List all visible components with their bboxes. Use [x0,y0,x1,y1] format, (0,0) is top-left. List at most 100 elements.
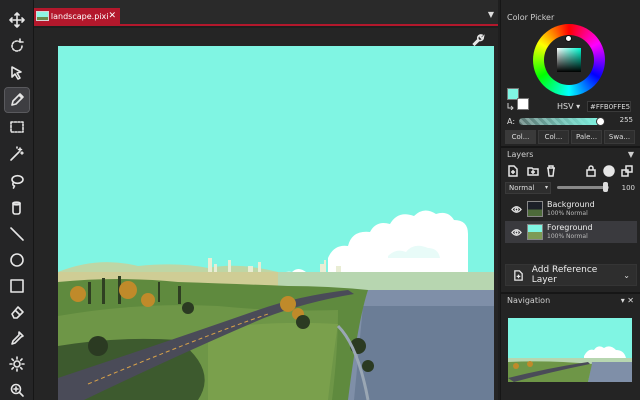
select-tool[interactable] [5,61,29,85]
blend-mode-label: Normal [509,184,535,192]
chevron-down-icon: ▾ [544,184,548,191]
square-icon [10,279,24,293]
alpha-label: A: [507,117,516,126]
tab-palettes[interactable]: Pale... [571,130,602,144]
add-reference-label: Add Reference Layer [531,265,598,285]
line-tool[interactable] [5,222,29,246]
hex-input[interactable]: #FFB0FFE5 [587,101,631,112]
rect-select-tool[interactable] [5,115,29,139]
tab-color-sliders[interactable]: Col... [538,130,569,144]
visibility-toggle[interactable] [509,225,523,239]
wand-icon [10,146,24,161]
eye-icon [510,228,522,236]
document-tab[interactable]: landscape.pixi ✕ [34,8,120,24]
sun-icon [9,356,25,372]
saturation-value-square[interactable] [557,48,581,72]
delete-layer-button[interactable] [543,163,559,179]
layer-details: 100% Normal [547,210,588,217]
navigation-preview[interactable] [508,318,632,382]
opacity-value[interactable]: 100 [611,182,635,194]
color-mode-select[interactable]: HSV ▾ [557,102,580,111]
merge-layer-button[interactable] [619,163,635,179]
fill-tool[interactable] [5,196,29,220]
blend-mode-select[interactable]: Normal ▾ [505,182,551,194]
rectangle-tool[interactable] [5,274,29,298]
tab-color-picker[interactable]: Col... [505,130,536,144]
new-folder-button[interactable] [525,163,541,179]
zoom-tool[interactable] [5,378,29,400]
color-picker-tabs: Col... Col... Pale... Swa... [505,130,635,144]
alpha-slider[interactable] [519,118,601,125]
panel-divider [501,292,640,294]
ellipse-tool[interactable] [5,248,29,272]
new-file-icon [508,165,518,177]
mask-icon [603,165,615,177]
alpha-slider-handle[interactable] [596,117,605,126]
secondary-color-swatch[interactable] [517,98,529,110]
visibility-toggle[interactable] [509,202,523,216]
lasso-tool[interactable] [5,169,29,193]
close-icon[interactable]: ✕ [627,296,634,305]
layer-details: 100% Normal [547,233,588,240]
alpha-value[interactable]: 255 [607,116,633,127]
document-thumbnail [36,11,49,21]
rotate-icon [11,38,24,52]
bucket-icon [12,201,21,215]
layer-row-foreground[interactable]: Foreground 100% Normal [505,221,637,243]
document-filename: landscape.pixi [50,11,109,21]
layer-meta: Foreground 100% Normal [547,223,593,241]
panel-divider [501,146,640,148]
zoom-icon [10,383,24,397]
layer-list: Background 100% Normal Foreground 100% N… [505,198,637,248]
swap-colors-icon[interactable] [507,102,515,110]
layers-collapse-icon[interactable]: ▼ [628,150,634,159]
brightness-tool[interactable] [5,352,29,376]
drawing-canvas[interactable] [58,46,494,400]
hue-wheel[interactable] [533,24,605,96]
trash-icon [547,165,555,177]
pixel-editor-window: landscape.pixi ✕ ▼ Color Picker HSV ▾ #F… [0,0,640,400]
layer-meta: Background 100% Normal [547,200,595,218]
chevron-down-icon[interactable]: ⌄ [623,271,630,280]
navigation-controls: ▾ ✕ [621,296,634,305]
lasso-icon [11,174,24,189]
tool-bar [0,0,34,400]
layer-row-background[interactable]: Background 100% Normal [505,198,637,220]
layer-thumbnail [527,201,543,217]
add-file-icon [512,268,526,282]
layer-thumbnail [527,224,543,240]
navigation-thumbnail [508,318,632,382]
circle-icon [10,253,24,267]
eraser-icon [11,306,24,319]
landscape-artwork [58,46,494,400]
opacity-slider[interactable] [557,186,609,189]
pencil-icon [11,93,24,106]
magic-wand-tool[interactable] [5,142,29,166]
document-tab-bar: landscape.pixi ✕ ▼ [34,0,498,26]
color-mode-label: HSV [557,102,574,111]
collapse-icon[interactable]: ▾ [621,296,625,305]
opacity-slider-handle[interactable] [603,182,608,192]
add-reference-layer-button[interactable]: Add Reference Layer ⌄ [505,264,637,286]
eye-icon [510,205,522,213]
eyedropper-tool[interactable] [5,326,29,350]
right-panel: Color Picker HSV ▾ #FFB0FFE5 A: 255 Col.… [500,0,640,400]
merge-icon [621,165,633,177]
lock-icon [586,165,596,177]
dashed-rect-icon [10,121,24,133]
move-icon [9,12,25,28]
lock-layer-button[interactable] [583,163,599,179]
eraser-tool[interactable] [5,300,29,324]
color-picker-title: Color Picker [507,13,555,22]
close-tab-icon[interactable]: ✕ [108,11,116,21]
new-layer-button[interactable] [505,163,521,179]
pen-tool[interactable] [4,87,30,113]
rotate-tool[interactable] [5,34,29,58]
layer-name: Background [547,200,595,209]
canvas-viewport[interactable] [34,28,498,400]
move-tool[interactable] [5,8,29,32]
tab-swatches[interactable]: Swa... [604,130,635,144]
hue-handle[interactable] [565,35,572,42]
tab-menu-icon[interactable]: ▼ [488,10,494,19]
mask-layer-button[interactable] [601,163,617,179]
